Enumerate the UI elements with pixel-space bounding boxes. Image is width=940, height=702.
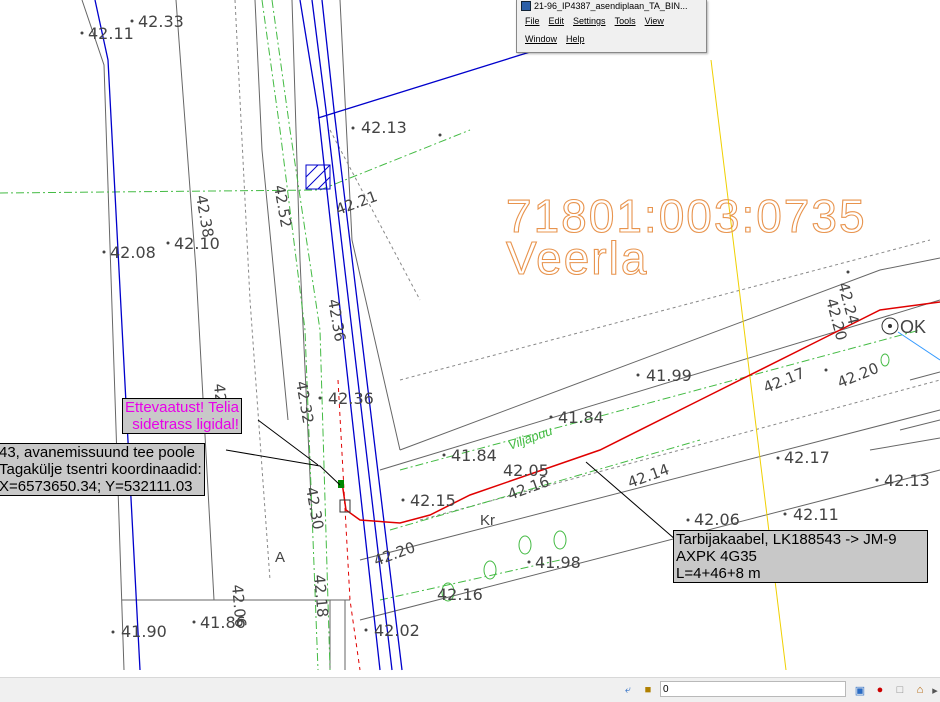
- menu-settings[interactable]: Settings: [573, 16, 606, 26]
- hairlines: [234, 0, 940, 581]
- cable-callout: Tarbijakaabel, LK188543 -> JM-9 AXPK 4G3…: [673, 530, 928, 583]
- elevation-label: 41.84: [451, 446, 497, 465]
- coordinate-field[interactable]: 0: [660, 681, 846, 697]
- print-icon[interactable]: □: [892, 682, 908, 698]
- elevation-label: 42.17: [784, 448, 830, 467]
- menu-edit[interactable]: Edit: [549, 16, 565, 26]
- window-title: 21-96_IP4387_asendiplaan_TA_BIN...: [534, 1, 688, 11]
- callout-line: AXPK 4G35: [676, 548, 757, 565]
- elevation-label: 42.18: [310, 574, 332, 618]
- shield-icon[interactable]: ●: [872, 682, 888, 698]
- elevation-label: 42.21: [333, 187, 380, 219]
- elevation-label: 41.98: [535, 553, 581, 572]
- point-callout: 43, avanemissuund tee poole Tagakülje ts…: [0, 443, 205, 496]
- home-icon[interactable]: ⌂: [912, 682, 928, 698]
- elevation-label: 42.30: [302, 486, 327, 531]
- elevation-label: 42.33: [138, 12, 184, 31]
- street-label: Viljapuu: [506, 423, 554, 453]
- status-bar: ⤶ ■ 0 ▣ ● □ ⌂ ▸: [0, 677, 940, 702]
- elevation-label: 42.06: [694, 510, 740, 529]
- callout-line: Ettevaatust! Telia: [125, 399, 239, 416]
- elevation-label: 42.08: [110, 243, 156, 262]
- elevation-label: 42.11: [793, 505, 839, 524]
- callout-line: sidetrass ligidal!: [132, 416, 239, 433]
- kr-label: Kr: [480, 512, 495, 529]
- elevation-label: 41.99: [646, 366, 692, 385]
- app-window[interactable]: 21-96_IP4387_asendiplaan_TA_BIN... File …: [516, 0, 707, 53]
- elevation-label: 42.06: [228, 584, 250, 628]
- menu-window[interactable]: Window: [525, 34, 557, 44]
- menu-help[interactable]: Help: [566, 34, 585, 44]
- undo-icon[interactable]: ⤶: [620, 682, 636, 698]
- leader-lines: [225, 419, 677, 541]
- elevation-label: 42.20: [371, 538, 418, 570]
- menu-file[interactable]: File: [525, 16, 540, 26]
- elevation-label: 42.20: [835, 359, 882, 392]
- callout-line: Tarbijakaabel, LK188543 -> JM-9: [676, 531, 897, 548]
- elevation-label: 42.13: [884, 471, 930, 490]
- elevation-label: 42.15: [410, 491, 456, 510]
- elevation-label: 42.32: [292, 380, 317, 425]
- menu-tools[interactable]: Tools: [615, 16, 636, 26]
- area-label: A: [275, 549, 285, 566]
- elevation-label: 42.38: [192, 194, 217, 239]
- elevation-label: 42.11: [88, 24, 134, 43]
- elevation-label: 42.17: [761, 364, 808, 397]
- elevation-label: 42.10: [174, 234, 220, 253]
- window-titlebar[interactable]: 21-96_IP4387_asendiplaan_TA_BIN...: [517, 0, 706, 12]
- red-dashed-line: [337, 379, 361, 671]
- callout-line: L=4+46+8 m: [676, 565, 761, 582]
- callout-line: Tagakülje tsentri koordinaadid:: [0, 461, 202, 478]
- more-icon[interactable]: ▸: [930, 682, 940, 698]
- elevation-label: 42.13: [361, 118, 407, 137]
- elevation-label: 42.36: [324, 298, 349, 343]
- parcel-name: Veerla: [506, 232, 648, 284]
- elevation-label: 41.90: [121, 622, 167, 641]
- elevation-label: 42.14: [625, 460, 672, 492]
- snap-icon[interactable]: ▣: [852, 682, 868, 698]
- elevation-label: 41.84: [558, 408, 604, 427]
- ok-label: OK: [900, 317, 926, 337]
- lock-icon[interactable]: ■: [640, 682, 656, 698]
- app-icon: [521, 1, 531, 11]
- callout-line: X=6573650.34; Y=532111.03: [0, 478, 193, 495]
- elevation-label: 42.16: [437, 585, 483, 604]
- road-edges: [94, 0, 531, 671]
- callout-line: 43, avanemissuund tee poole: [0, 444, 195, 461]
- menu-view[interactable]: View: [645, 16, 664, 26]
- elevation-label: 42.36: [328, 389, 374, 408]
- menu-bar: File Edit Settings Tools View Window Hel…: [517, 12, 706, 44]
- elevation-label: 42.02: [374, 621, 420, 640]
- telia-warning-callout: Ettevaatust! Telia sidetrass ligidal!: [122, 398, 242, 434]
